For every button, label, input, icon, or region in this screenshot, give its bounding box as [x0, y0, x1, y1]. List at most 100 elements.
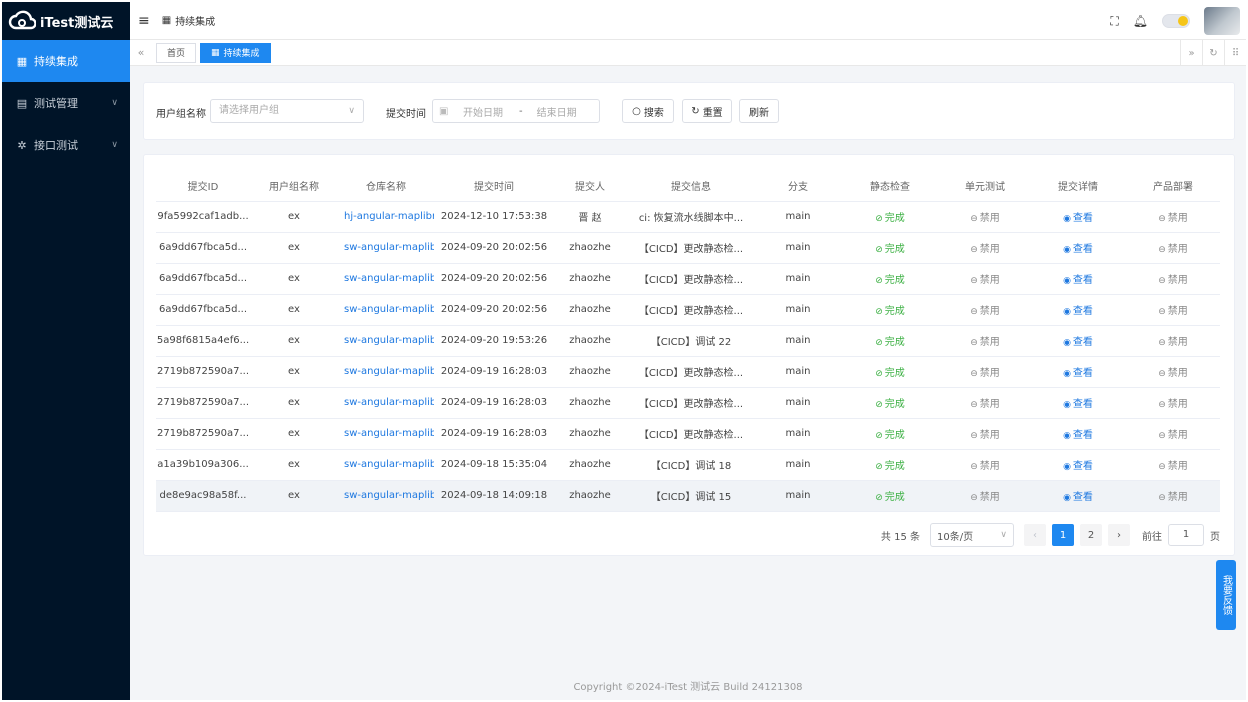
- gear-icon: ✲: [17, 138, 27, 152]
- commit-message-cell-text: ci: 恢复流水线脚本中...: [638, 213, 744, 224]
- refresh-button[interactable]: 刷新: [739, 99, 779, 123]
- next-page-button[interactable]: ›: [1108, 524, 1130, 546]
- goto-page-input[interactable]: 1: [1168, 524, 1204, 546]
- reset-button-label: 重置: [702, 107, 723, 119]
- date-range-picker[interactable]: ▣ 开始日期 - 结束日期: [432, 99, 600, 123]
- minus-circle-icon: ⊖: [970, 338, 978, 348]
- fullscreen-icon[interactable]: ⛶: [1110, 14, 1118, 29]
- view-detail-link[interactable]: ◉ 查看: [1030, 232, 1126, 264]
- view-detail-link[interactable]: ◉ 查看: [1030, 294, 1126, 326]
- group-cell-text: ex: [288, 428, 300, 439]
- repo-link[interactable]: sw-angular-maplibre: [338, 480, 434, 512]
- repo-link[interactable]: hj-angular-maplibre: [338, 201, 434, 233]
- commit-time-cell-text: 2024-09-19 16:28:03: [440, 428, 548, 439]
- sidebar-item-api-test[interactable]: ✲ 接口测试 ∨: [2, 124, 130, 166]
- repo-link[interactable]: sw-angular-maplibre: [338, 232, 434, 264]
- page-button-2[interactable]: 2: [1080, 524, 1102, 546]
- static-check-status: ⊘ 完成: [840, 325, 940, 357]
- minus-circle-icon: ⊖: [970, 369, 978, 379]
- commit-message-cell-text: 【CICD】调试 18: [650, 461, 732, 472]
- static-check-status: ⊘ 完成: [840, 232, 940, 264]
- logo[interactable]: iTest测试云: [2, 2, 130, 40]
- unit-test-status: ⊖ 禁用: [940, 387, 1030, 419]
- footer-copyright: Copyright ©2024-iTest 测试云 Build 24121308: [573, 682, 803, 693]
- view-detail-link[interactable]: ◉ 查看: [1030, 263, 1126, 295]
- repo-link-text: sw-angular-maplibre: [344, 335, 434, 346]
- unit-test-status-text: 禁用: [979, 244, 1000, 255]
- eye-icon: ◉: [1063, 214, 1071, 224]
- commit-message-cell-text: 【CICD】更改静态检...: [638, 306, 744, 317]
- refresh-icon[interactable]: ↻: [1202, 40, 1224, 66]
- unit-test-status: ⊖ 禁用: [940, 201, 1030, 233]
- repo-link[interactable]: sw-angular-maplibre: [338, 418, 434, 450]
- deploy-status: ⊖ 禁用: [1126, 232, 1220, 264]
- group-cell-text: ex: [288, 304, 300, 315]
- end-date-input[interactable]: 结束日期: [537, 104, 577, 119]
- sidebar: iTest测试云 ▦ 持续集成 ▤ 测试管理 ∨ ✲ 接口测试 ∨: [2, 2, 130, 700]
- commit-message-cell-text: 【CICD】更改静态检...: [638, 430, 744, 441]
- author-cell-text: zhaozhe: [569, 273, 611, 284]
- unit-test-status-text: 禁用: [979, 399, 1000, 410]
- commit-time-cell: 2024-09-20 20:02:56: [434, 232, 554, 264]
- sidebar-item-ci[interactable]: ▦ 持续集成: [2, 40, 130, 82]
- column-header: 提交时间: [434, 171, 554, 202]
- commit-time-cell: 2024-09-19 16:28:03: [434, 356, 554, 388]
- page-size-select[interactable]: 10条/页 ∨: [930, 523, 1014, 547]
- repo-link[interactable]: sw-angular-maplibre: [338, 294, 434, 326]
- commit-time-cell: 2024-12-10 17:53:38: [434, 201, 554, 233]
- commit-message-cell-text: 【CICD】调试 15: [650, 492, 732, 503]
- group-cell: ex: [250, 449, 338, 481]
- view-detail-link[interactable]: ◉ 查看: [1030, 356, 1126, 388]
- eye-icon: ◉: [1063, 245, 1071, 255]
- tab-ci[interactable]: ▦ 持续集成: [200, 42, 271, 63]
- view-detail-link-text: 查看: [1072, 306, 1093, 317]
- repo-link[interactable]: sw-angular-maplibre: [338, 449, 434, 481]
- view-detail-link[interactable]: ◉ 查看: [1030, 480, 1126, 512]
- sidebar-item-test-management[interactable]: ▤ 测试管理 ∨: [2, 82, 130, 124]
- branch-cell: main: [756, 418, 840, 450]
- prev-page-button[interactable]: ‹: [1024, 524, 1046, 546]
- table-row: 5a98f6815a4ef6... ex sw-angular-maplibre 20…: [156, 325, 1220, 357]
- group-cell: ex: [250, 480, 338, 512]
- menu-toggle-icon[interactable]: ≡: [138, 13, 150, 29]
- repo-link-text: sw-angular-maplibre: [344, 490, 434, 501]
- view-detail-link[interactable]: ◉ 查看: [1030, 449, 1126, 481]
- start-date-input[interactable]: 开始日期: [463, 104, 507, 119]
- repo-link[interactable]: sw-angular-maplibre: [338, 356, 434, 388]
- column-header: 提交信息: [626, 171, 756, 202]
- view-detail-link[interactable]: ◉ 查看: [1030, 325, 1126, 357]
- author-cell-text: zhaozhe: [569, 335, 611, 346]
- commit-id-cell: 6a9dd67fbca5d...: [156, 232, 250, 264]
- page-size-value: 10条/页: [937, 531, 974, 543]
- bell-icon[interactable]: 🔔︎: [1133, 14, 1148, 28]
- view-detail-link[interactable]: ◉ 查看: [1030, 387, 1126, 419]
- pagination-total: 共 15 条: [880, 531, 920, 543]
- repo-link[interactable]: sw-angular-maplibre: [338, 325, 434, 357]
- tab-home[interactable]: 首页: [156, 42, 197, 63]
- branch-cell: main: [756, 480, 840, 512]
- group-select[interactable]: 请选择用户组 ∨: [210, 99, 364, 123]
- static-check-status-text: 完成: [884, 337, 905, 348]
- minus-circle-icon: ⊖: [970, 400, 978, 410]
- sidebar-item-label: 接口测试: [34, 139, 78, 152]
- avatar[interactable]: [1204, 7, 1240, 35]
- apps-icon[interactable]: ⠿: [1224, 40, 1246, 66]
- feedback-button[interactable]: 我要反馈: [1216, 560, 1236, 630]
- tabs-scroll-right-icon[interactable]: »: [1180, 40, 1202, 66]
- repo-link[interactable]: sw-angular-maplibre: [338, 387, 434, 419]
- view-detail-link[interactable]: ◉ 查看: [1030, 418, 1126, 450]
- reset-button[interactable]: ↻ 重置: [682, 99, 732, 123]
- repo-link[interactable]: sw-angular-maplibre: [338, 263, 434, 295]
- check-circle-icon: ⊘: [875, 307, 883, 317]
- repo-link-text: sw-angular-maplibre: [344, 242, 434, 253]
- page-button-1[interactable]: 1: [1052, 524, 1074, 546]
- minus-circle-icon: ⊖: [970, 307, 978, 317]
- search-button[interactable]: ○ 搜索: [622, 99, 674, 123]
- unit-test-status-text: 禁用: [979, 461, 1000, 472]
- branch-cell: main: [756, 325, 840, 357]
- tabs-scroll-left-icon[interactable]: «: [130, 46, 152, 59]
- theme-toggle[interactable]: [1162, 14, 1190, 28]
- view-detail-link[interactable]: ◉ 查看: [1030, 201, 1126, 233]
- branch-cell-text: main: [785, 304, 811, 315]
- deploy-status-text: 禁用: [1167, 213, 1188, 224]
